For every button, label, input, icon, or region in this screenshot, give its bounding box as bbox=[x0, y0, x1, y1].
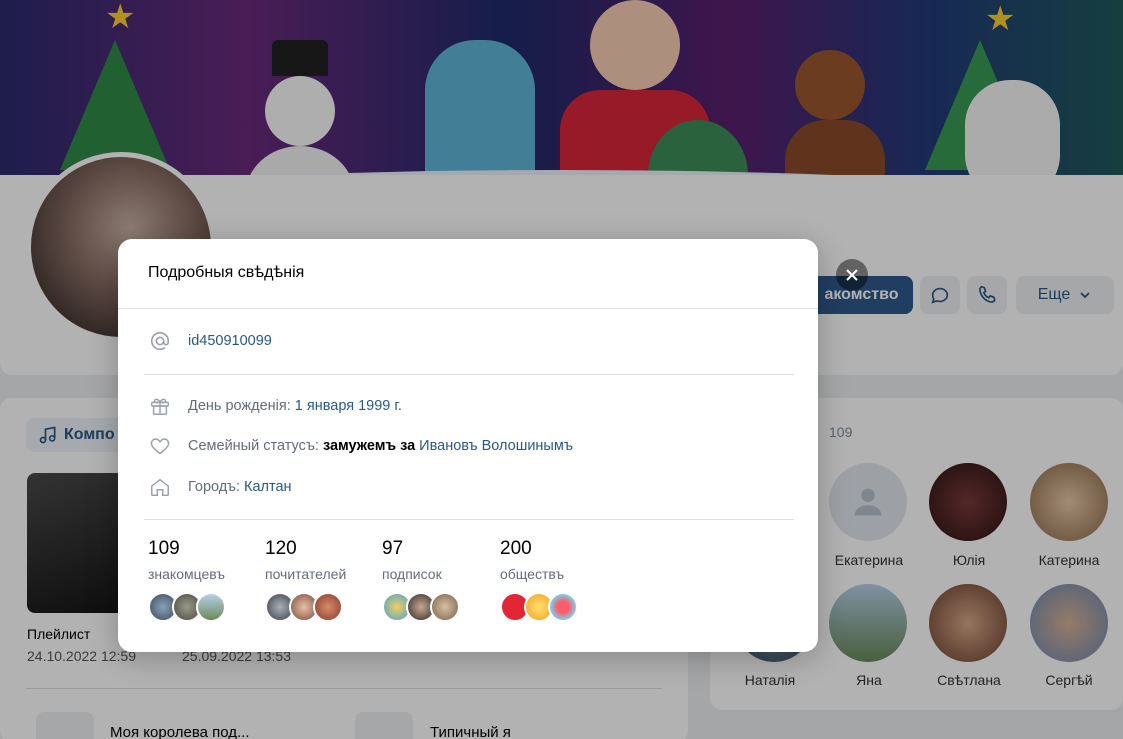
birthday-row: День рожденія: 1 января 1999 г. bbox=[148, 394, 402, 418]
stat-communities-caption: обществъ bbox=[500, 566, 565, 582]
details-modal: Подробныя свѣдѣнія id450910099 День рожд… bbox=[118, 239, 818, 652]
stat-followers-number: 120 bbox=[265, 538, 297, 559]
close-icon bbox=[846, 269, 858, 281]
city-value[interactable]: Калтан bbox=[244, 479, 292, 495]
city-label: Городъ: bbox=[188, 479, 240, 495]
family-status-label: Семейный статусъ: bbox=[188, 438, 319, 454]
city-row: Городъ: Калтан bbox=[148, 475, 292, 499]
stat-communities-avatar-3 bbox=[548, 592, 578, 622]
stat-subscriptions-number: 97 bbox=[382, 538, 404, 559]
stat-friends[interactable]: 109 знакомцевъ bbox=[148, 538, 226, 622]
family-status-value: замужемъ за bbox=[322, 438, 416, 454]
stat-friends-caption: знакомцевъ bbox=[148, 566, 225, 582]
info-divider-1 bbox=[144, 374, 794, 375]
gift-icon bbox=[148, 394, 172, 418]
stat-communities-avatars bbox=[500, 592, 578, 622]
stat-friends-number: 109 bbox=[148, 538, 180, 559]
stat-followers-avatar-3 bbox=[313, 592, 343, 622]
modal-header-divider bbox=[118, 308, 818, 309]
birthday-label: День рожденія: bbox=[188, 398, 291, 414]
stat-subscriptions[interactable]: 97 подписок bbox=[382, 538, 460, 622]
partner-link[interactable]: Ивановъ Волошинымъ bbox=[419, 438, 573, 454]
stat-subscriptions-avatars bbox=[382, 592, 460, 622]
home-icon bbox=[148, 475, 172, 499]
user-id-link[interactable]: id450910099 bbox=[188, 333, 272, 349]
stat-followers-caption: почитателей bbox=[265, 566, 347, 582]
family-status-row: Семейный статусъ: замужемъ за Ивановъ Во… bbox=[148, 434, 573, 458]
birthday-value[interactable]: 1 января 1999 г. bbox=[295, 398, 402, 414]
stat-followers-avatars bbox=[265, 592, 346, 622]
stat-friends-avatars bbox=[148, 592, 226, 622]
info-divider-2 bbox=[144, 519, 794, 520]
heart-icon bbox=[148, 434, 172, 458]
modal-close-button[interactable] bbox=[836, 259, 868, 291]
stat-communities-number: 200 bbox=[500, 538, 532, 559]
stat-communities[interactable]: 200 обществъ bbox=[500, 538, 578, 622]
modal-title: Подробныя свѣдѣнія bbox=[148, 264, 305, 281]
user-id-row: id450910099 bbox=[148, 329, 272, 353]
stat-followers[interactable]: 120 почитателей bbox=[265, 539, 346, 622]
at-icon bbox=[148, 329, 172, 353]
stat-subscriptions-caption: подписок bbox=[382, 566, 442, 582]
stat-subscriptions-avatar-3 bbox=[430, 592, 460, 622]
stat-friends-avatar-3 bbox=[196, 592, 226, 622]
